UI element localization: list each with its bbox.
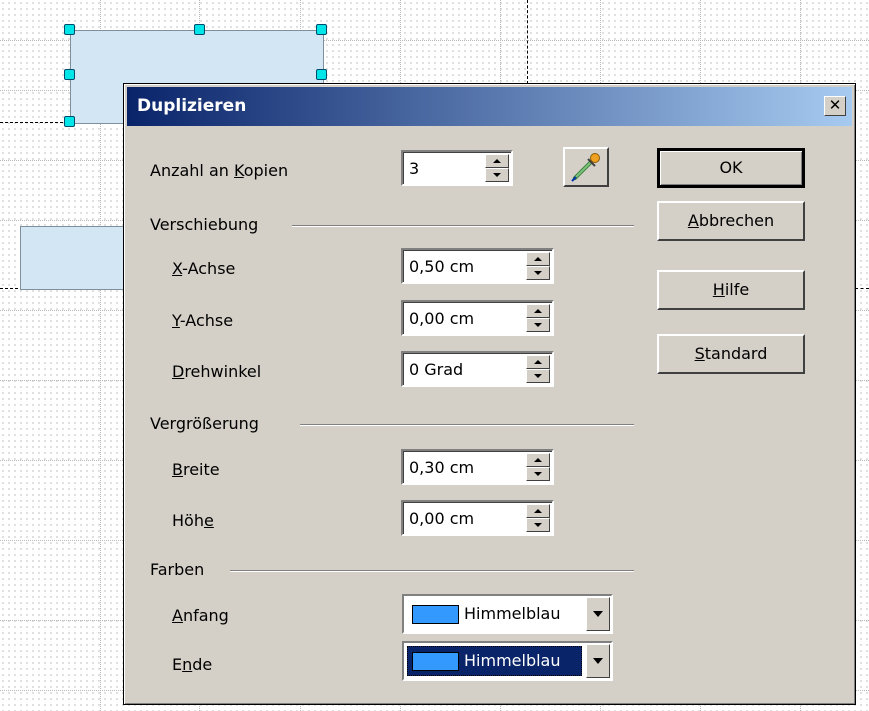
- copies-decrement-button[interactable]: [485, 168, 509, 182]
- selection-handle[interactable]: [64, 116, 75, 127]
- section-colors-heading: Farben: [150, 560, 205, 579]
- y-axis-spinbox[interactable]: 0,00 cm: [401, 300, 554, 336]
- dialog-title: Duplizieren: [137, 96, 247, 116]
- copies-value: 3: [409, 159, 420, 178]
- rotation-label: Drehwinkel: [172, 362, 262, 381]
- selection-handle[interactable]: [64, 24, 75, 35]
- selection-handle[interactable]: [316, 24, 327, 35]
- end-color-swatch: [412, 652, 459, 671]
- width-value: 0,30 cm: [409, 458, 475, 477]
- chevron-down-icon[interactable]: [586, 597, 610, 631]
- y-axis-decrement-button[interactable]: [526, 318, 550, 332]
- selection-handle[interactable]: [194, 24, 205, 35]
- pipette-icon: [571, 153, 600, 182]
- height-decrement-button[interactable]: [526, 518, 550, 532]
- ok-button[interactable]: OK: [657, 148, 805, 188]
- end-color-value: Himmelblau: [462, 650, 563, 671]
- width-decrement-button[interactable]: [526, 467, 550, 481]
- y-axis-increment-button[interactable]: [526, 304, 550, 318]
- height-value: 0,00 cm: [409, 509, 475, 528]
- dialog-titlebar[interactable]: Duplizieren ✕: [127, 87, 852, 126]
- section-enlargement-heading: Vergrößerung: [150, 414, 259, 433]
- snap-guide-horizontal-right: [855, 288, 869, 289]
- start-color-label: Anfang: [172, 606, 229, 625]
- copies-label: Anzahl an Kopien: [150, 161, 289, 180]
- x-axis-decrement-button[interactable]: [526, 266, 550, 280]
- section-divider: [292, 225, 634, 227]
- help-button[interactable]: Hilfe: [657, 270, 805, 310]
- x-axis-increment-button[interactable]: [526, 252, 550, 266]
- end-color-select[interactable]: Himmelblau: [402, 641, 613, 681]
- x-axis-spinbox[interactable]: 0,50 cm: [401, 248, 554, 284]
- chevron-down-icon[interactable]: [586, 644, 610, 678]
- rotation-increment-button[interactable]: [526, 355, 550, 369]
- section-divider: [230, 570, 634, 572]
- section-displacement-heading: Verschiebung: [150, 215, 259, 234]
- start-color-select[interactable]: Himmelblau: [402, 594, 613, 634]
- y-axis-value: 0,00 cm: [409, 309, 475, 328]
- start-color-swatch: [412, 605, 459, 624]
- rotation-spinbox[interactable]: 0 Grad: [401, 351, 554, 387]
- rotation-decrement-button[interactable]: [526, 369, 550, 383]
- width-spinbox[interactable]: 0,30 cm: [401, 449, 554, 485]
- snap-guide-vertical: [527, 0, 528, 84]
- copies-spinbox[interactable]: 3: [401, 150, 513, 186]
- duplicate-dialog: Duplizieren ✕ Anzahl an Kopien 3 Verschi…: [123, 83, 856, 705]
- width-increment-button[interactable]: [526, 453, 550, 467]
- ok-button-label: OK: [719, 158, 743, 177]
- copies-increment-button[interactable]: [485, 154, 509, 168]
- width-label: Breite: [172, 460, 220, 479]
- close-button[interactable]: ✕: [824, 96, 846, 116]
- standard-button[interactable]: Standard: [657, 334, 805, 374]
- height-spinbox[interactable]: 0,00 cm: [401, 500, 554, 536]
- close-icon: ✕: [828, 96, 842, 114]
- start-color-value: Himmelblau: [464, 604, 561, 623]
- selection-handle[interactable]: [316, 69, 327, 80]
- pipette-button[interactable]: [563, 147, 609, 187]
- y-axis-label: Y-Achse: [172, 311, 234, 330]
- x-axis-label: X-Achse: [172, 259, 236, 278]
- rotation-value: 0 Grad: [409, 360, 464, 379]
- end-color-label: Ende: [172, 655, 213, 674]
- height-increment-button[interactable]: [526, 504, 550, 518]
- x-axis-value: 0,50 cm: [409, 257, 475, 276]
- cancel-button[interactable]: Abbrechen: [657, 201, 805, 241]
- selection-handle[interactable]: [64, 69, 75, 80]
- height-label: Höhe: [172, 511, 214, 530]
- section-divider: [300, 424, 634, 426]
